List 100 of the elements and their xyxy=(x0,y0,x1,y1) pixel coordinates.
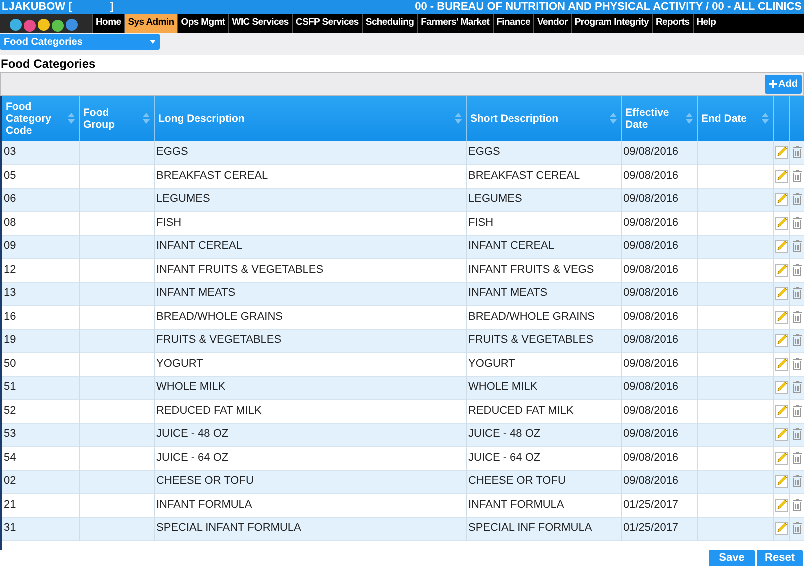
trash-icon[interactable] xyxy=(792,381,804,394)
trash-icon[interactable] xyxy=(792,216,804,230)
table-cell: 09/08/2016 xyxy=(624,216,679,229)
edit-pencil-icon[interactable] xyxy=(774,287,788,300)
table-cell: FISH xyxy=(156,216,182,229)
table-cell: JUICE - 48 OZ xyxy=(156,428,229,440)
trash-icon[interactable] xyxy=(792,428,804,442)
nav-tab[interactable]: Help xyxy=(692,14,720,33)
nav-tab[interactable]: Sys Admin xyxy=(124,14,178,33)
trash-icon[interactable] xyxy=(792,334,804,348)
user-name: LJAKUBOW [ xyxy=(2,2,72,12)
table-cell: INFANT FORMULA xyxy=(156,498,252,511)
trash-icon[interactable] xyxy=(792,522,804,536)
edit-pencil-icon[interactable] xyxy=(774,146,788,159)
edit-pencil-icon[interactable] xyxy=(774,193,788,206)
table-cell: BREAKFAST CEREAL xyxy=(156,170,268,182)
nav-tab[interactable]: Reports xyxy=(652,14,693,33)
edit-pencil-icon[interactable] xyxy=(774,240,788,254)
trash-icon[interactable] xyxy=(792,240,804,254)
edit-pencil-icon[interactable] xyxy=(774,404,788,418)
table-cell: 12 xyxy=(4,264,16,276)
table-cell: YOGURT xyxy=(156,358,204,370)
nav-tab[interactable]: Program Integrity xyxy=(570,14,652,33)
edit-pencil-icon[interactable] xyxy=(774,522,788,536)
table-cell: FRUITS & VEGETABLES xyxy=(156,334,282,346)
nav-tab[interactable]: Home xyxy=(92,14,124,33)
edit-pencil-icon[interactable] xyxy=(774,475,788,488)
table-cell: EGGS xyxy=(468,146,500,158)
table-cell: 06 xyxy=(4,193,16,206)
table-cell: 09/08/2016 xyxy=(624,264,679,276)
edit-pencil-icon[interactable] xyxy=(774,216,788,230)
table-cell: 16 xyxy=(4,310,16,323)
table-cell: WHOLE MILK xyxy=(156,381,226,394)
trash-icon[interactable] xyxy=(792,310,804,324)
table-cell: 09/08/2016 xyxy=(624,193,679,206)
nav-tab[interactable]: Vendor xyxy=(533,14,571,33)
table-cell: JUICE - 64 OZ xyxy=(156,452,229,464)
table-cell: 09/08/2016 xyxy=(624,334,679,346)
table-cell: 09/08/2016 xyxy=(624,428,679,440)
table-cell: 01/25/2017 xyxy=(624,522,679,534)
table-cell: INFANT FORMULA xyxy=(468,498,564,511)
caret-icon xyxy=(150,40,156,44)
table-cell: 05 xyxy=(4,170,16,182)
table-cell: 08 xyxy=(4,216,16,229)
table-cell: 21 xyxy=(4,498,16,511)
edit-pencil-icon[interactable] xyxy=(774,358,788,371)
sort-icon xyxy=(142,113,150,124)
edit-pencil-icon[interactable] xyxy=(774,170,788,183)
edit-pencil-icon[interactable] xyxy=(774,264,788,277)
table-cell: 51 xyxy=(4,381,16,394)
trash-icon[interactable] xyxy=(792,264,804,277)
table-cell: 54 xyxy=(4,452,16,464)
table-cell: BREAD/WHOLE GRAINS xyxy=(468,310,596,323)
sort-icon xyxy=(68,113,74,124)
edit-pencil-icon[interactable] xyxy=(774,310,788,324)
table-cell: CHEESE OR TOFU xyxy=(468,475,566,488)
table-cell: YOGURT xyxy=(468,358,516,370)
table-cell: 13 xyxy=(4,287,16,300)
table-cell: WHOLE MILK xyxy=(468,381,538,394)
table-cell: EGGS xyxy=(156,146,188,158)
table-cell: 09/08/2016 xyxy=(624,404,679,417)
table-cell: 53 xyxy=(4,428,16,440)
trash-icon[interactable] xyxy=(792,475,804,488)
table-cell: INFANT CEREAL xyxy=(156,240,242,252)
trash-icon[interactable] xyxy=(792,498,804,512)
table-cell: SPECIAL INF FORMULA xyxy=(468,522,592,534)
nav-tab[interactable]: WIC Services xyxy=(228,14,292,33)
edit-pencil-icon[interactable] xyxy=(774,381,788,394)
table-cell: 09/08/2016 xyxy=(624,146,679,158)
trash-icon[interactable] xyxy=(792,452,804,465)
table-cell: 03 xyxy=(4,146,16,158)
edit-pencil-icon[interactable] xyxy=(774,334,788,348)
sort-icon xyxy=(762,113,768,124)
table-cell: INFANT FRUITS & VEGS xyxy=(468,264,594,276)
table-cell: LEGUMES xyxy=(156,193,210,206)
trash-icon[interactable] xyxy=(792,170,804,183)
table-cell: INFANT MEATS xyxy=(156,287,236,300)
table-cell: CHEESE OR TOFU xyxy=(156,475,254,488)
table-cell: 09/08/2016 xyxy=(624,381,679,394)
nav-tab[interactable]: Finance xyxy=(492,14,534,33)
trash-icon[interactable] xyxy=(792,358,804,371)
sort-icon xyxy=(610,113,616,124)
trash-icon[interactable] xyxy=(792,287,804,300)
edit-pencil-icon[interactable] xyxy=(774,428,788,442)
trash-icon[interactable] xyxy=(792,146,804,159)
trash-icon[interactable] xyxy=(792,193,804,206)
nav-tab[interactable]: Ops Mgmt xyxy=(177,14,228,33)
edit-pencil-icon[interactable] xyxy=(774,498,788,512)
table-cell: 09/08/2016 xyxy=(624,452,679,464)
table-cell: 09/08/2016 xyxy=(624,358,679,370)
table-cell: 01/25/2017 xyxy=(624,498,679,511)
edit-pencil-icon[interactable] xyxy=(774,452,788,465)
table-cell: INFANT CEREAL xyxy=(468,240,554,252)
plus-icon xyxy=(768,80,777,88)
sort-icon xyxy=(686,113,692,124)
table-cell: SPECIAL INFANT FORMULA xyxy=(156,522,302,534)
nav-tab[interactable]: Farmers' Market xyxy=(417,14,493,33)
trash-icon[interactable] xyxy=(792,404,804,418)
nav-tab[interactable]: CSFP Services xyxy=(292,14,362,33)
table-cell: INFANT MEATS xyxy=(468,287,548,300)
